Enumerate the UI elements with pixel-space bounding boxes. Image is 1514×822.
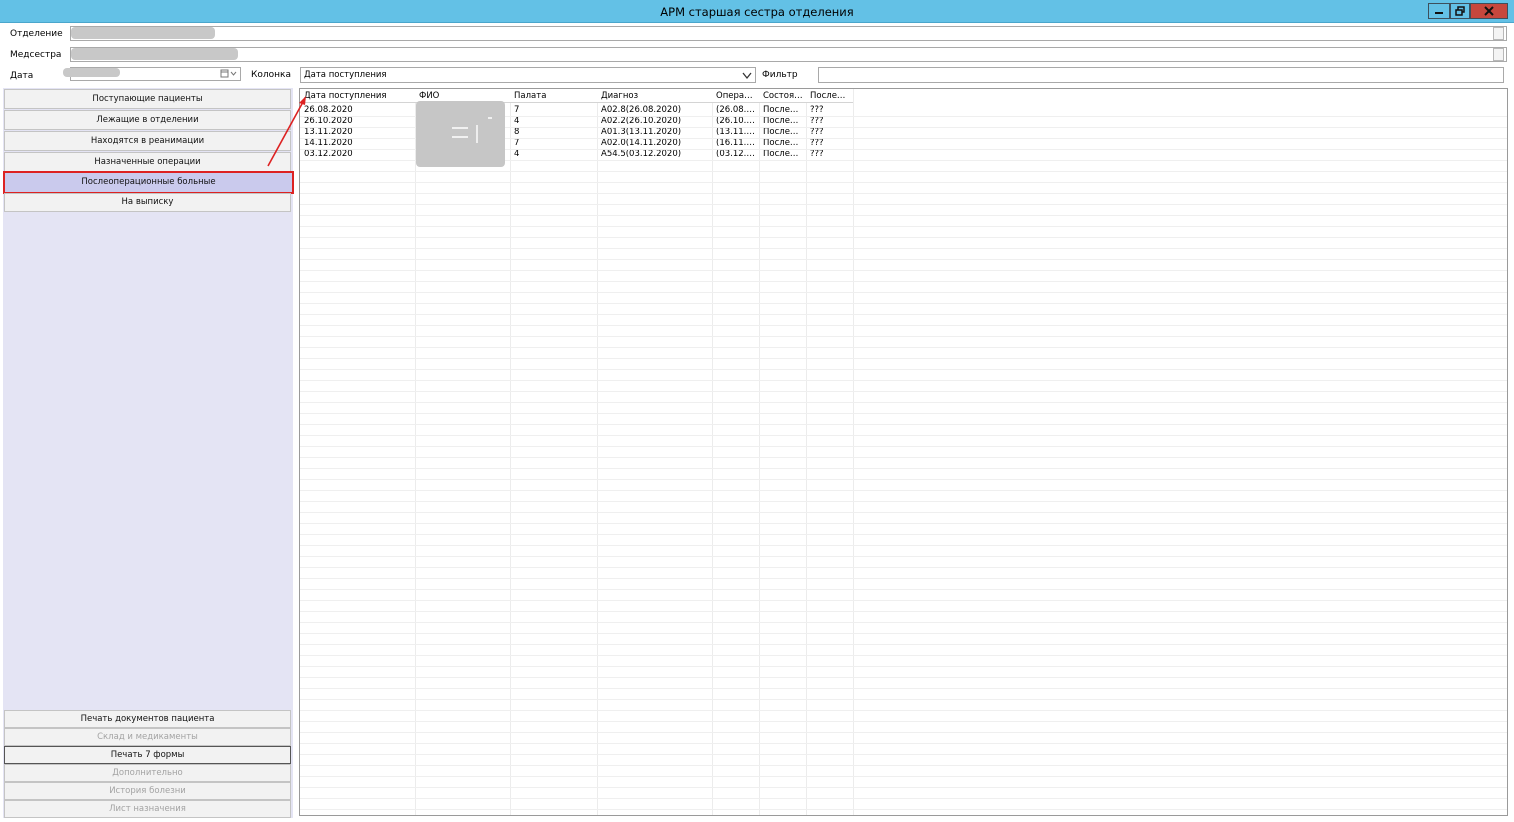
cell-admission-date: 26.10.2020 <box>304 116 353 126</box>
cell-operation: (03.12.… <box>716 149 755 159</box>
print-form-7-button[interactable]: Печать 7 формы <box>4 746 291 764</box>
col-header-state[interactable]: Состоя… <box>759 89 806 103</box>
cell-state: После… <box>763 149 799 159</box>
cell-admission-date: 14.11.2020 <box>304 138 353 148</box>
filter-input[interactable] <box>818 67 1504 83</box>
cell-operation: (13.11.… <box>716 127 755 137</box>
cell-ward: 8 <box>514 127 520 137</box>
close-icon <box>1484 6 1494 16</box>
col-header-diagnosis[interactable]: Диагноз <box>597 89 712 103</box>
department-field[interactable] <box>70 26 1507 41</box>
minimize-button[interactable] <box>1428 3 1450 19</box>
restore-button[interactable] <box>1450 3 1470 19</box>
cell-last: ??? <box>810 138 824 148</box>
date-value-redacted <box>63 68 120 77</box>
nav-in-icu[interactable]: Находятся в реанимации <box>4 131 291 151</box>
col-header-admission-date[interactable]: Дата поступления <box>300 89 415 103</box>
cell-ward: 4 <box>514 149 520 159</box>
cell-operation: (16.11.… <box>716 138 755 148</box>
nav-incoming-patients[interactable]: Поступающие пациенты <box>4 89 291 109</box>
cell-last: ??? <box>810 105 824 115</box>
calendar-icon[interactable] <box>220 69 237 79</box>
cell-admission-date: 03.12.2020 <box>304 149 353 159</box>
cell-last: ??? <box>810 116 824 126</box>
department-label: Отделение <box>10 29 63 39</box>
filter-label: Фильтр <box>762 70 798 80</box>
cell-last: ??? <box>810 127 824 137</box>
column-select-value: Дата поступления <box>304 70 387 80</box>
column-label: Колонка <box>251 70 291 80</box>
cell-operation: (26.08.… <box>716 105 755 115</box>
cell-diagnosis: A02.8(26.08.2020) <box>601 105 682 115</box>
col-header-ward[interactable]: Палата <box>510 89 597 103</box>
cell-diagnosis: A02.2(26.10.2020) <box>601 116 682 126</box>
minimize-icon <box>1435 12 1443 14</box>
nurse-label: Медсестра <box>10 50 62 60</box>
nav-postoperative-patients[interactable]: Послеоперационные больные <box>3 171 294 194</box>
nurse-value-redacted <box>71 48 238 60</box>
column-select[interactable]: Дата поступления <box>300 67 756 83</box>
cell-state: После… <box>763 138 799 148</box>
cell-ward: 4 <box>514 116 520 126</box>
nav-scheduled-operations[interactable]: Назначенные операции <box>4 152 291 172</box>
cell-diagnosis: A54.5(03.12.2020) <box>601 149 682 159</box>
medical-history-button[interactable]: История болезни <box>4 782 291 800</box>
cell-operation: (26.10.… <box>716 116 755 126</box>
cell-admission-date: 13.11.2020 <box>304 127 353 137</box>
cell-state: После… <box>763 105 799 115</box>
print-patient-documents-button[interactable]: Печать документов пациента <box>4 710 291 728</box>
cell-last: ??? <box>810 149 824 159</box>
chevron-down-icon <box>742 72 752 80</box>
nav-discharge[interactable]: На выписку <box>4 193 291 212</box>
warehouse-medicines-button[interactable]: Склад и медикаменты <box>4 728 291 746</box>
cell-diagnosis: A01.3(13.11.2020) <box>601 127 682 137</box>
prescription-sheet-button[interactable]: Лист назначения <box>4 800 291 818</box>
close-button[interactable] <box>1470 3 1508 19</box>
nav-in-department[interactable]: Лежащие в отделении <box>4 110 291 130</box>
patients-grid[interactable]: Дата поступления ФИО Палата Диагноз Опер… <box>299 88 1508 816</box>
col-header-last[interactable]: После… <box>806 89 853 103</box>
nurse-field[interactable] <box>70 47 1507 62</box>
col-header-operation[interactable]: Опера… <box>712 89 759 103</box>
redacted-names-overlay <box>416 101 505 167</box>
nurse-ellipsis-icon[interactable] <box>1493 48 1504 61</box>
date-label: Дата <box>10 71 34 81</box>
cell-ward: 7 <box>514 105 520 115</box>
cell-state: После… <box>763 116 799 126</box>
cell-admission-date: 26.08.2020 <box>304 105 353 115</box>
restore-icon <box>1455 6 1465 16</box>
window-title: АРМ старшая сестра отделения <box>660 5 854 19</box>
cell-diagnosis: A02.0(14.11.2020) <box>601 138 682 148</box>
department-value-redacted <box>71 27 215 39</box>
cell-state: После… <box>763 127 799 137</box>
additional-button[interactable]: Дополнительно <box>4 764 291 782</box>
department-ellipsis-icon[interactable] <box>1493 27 1504 40</box>
cell-ward: 7 <box>514 138 520 148</box>
